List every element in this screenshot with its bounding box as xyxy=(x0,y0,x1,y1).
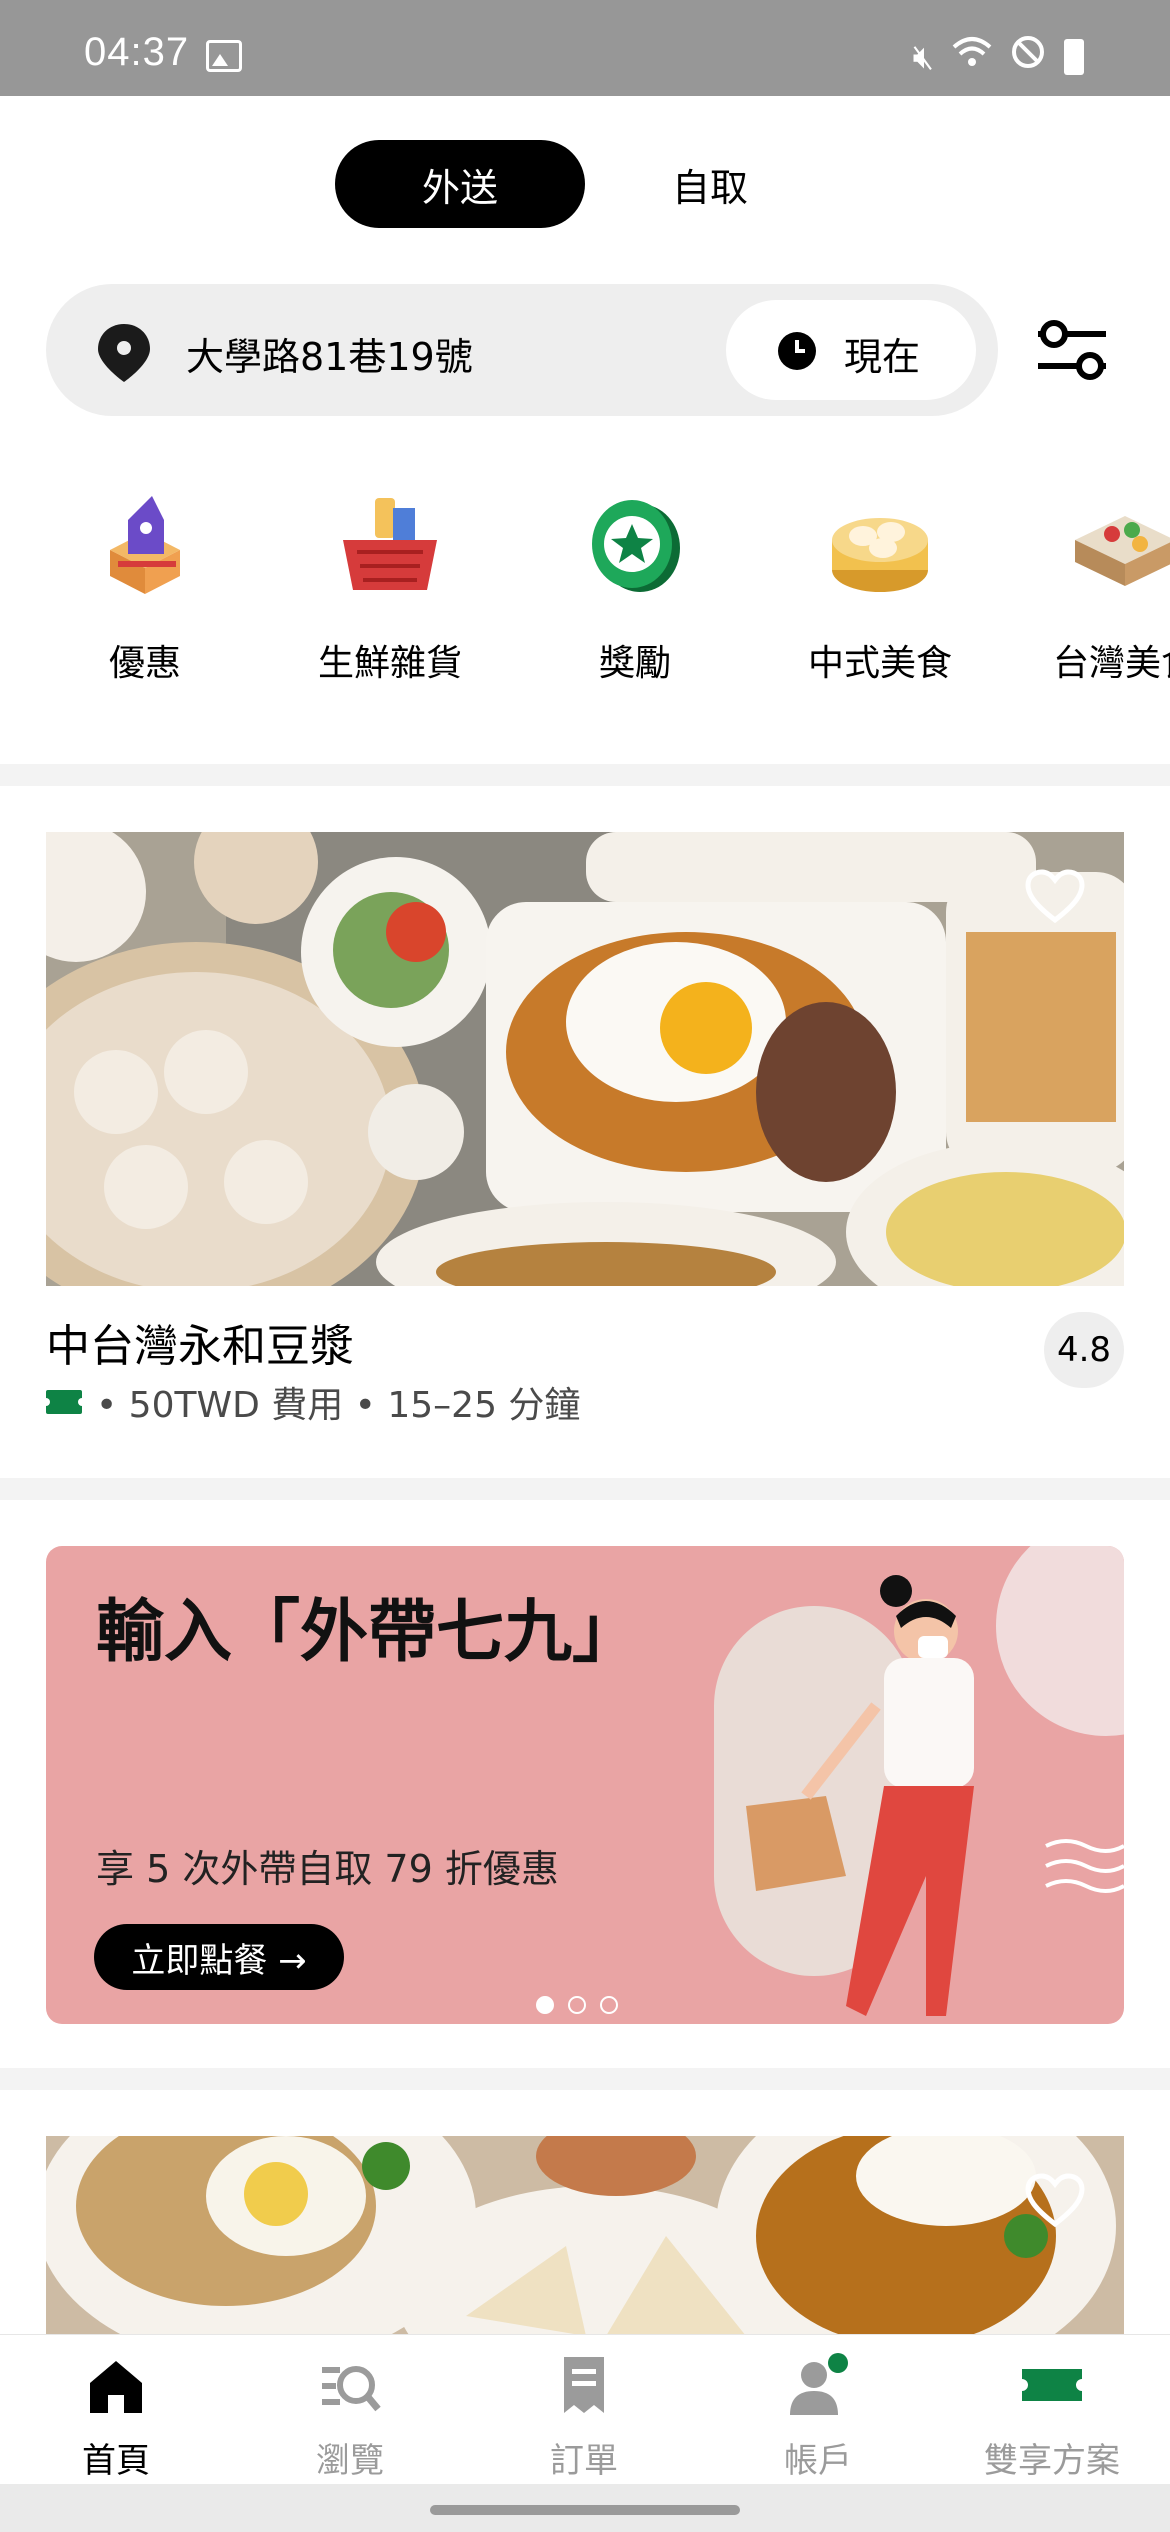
section-divider xyxy=(0,2068,1170,2090)
food-photo-illustration xyxy=(46,832,1124,1286)
nav-label: 瀏覽 xyxy=(316,2441,384,2481)
nav-orders[interactable]: 訂單 xyxy=(484,2353,684,2482)
order-now-button[interactable]: 立即點餐 → xyxy=(94,1924,344,1990)
ticket-icon xyxy=(1022,2369,1082,2401)
category-label: 台灣美食 xyxy=(1052,643,1170,684)
star-badge-icon xyxy=(580,490,690,600)
battery-icon xyxy=(1064,38,1084,75)
section-divider xyxy=(0,764,1170,786)
category-taiwanese-food[interactable]: 台灣美食 xyxy=(1015,490,1170,686)
nav-label: 首頁 xyxy=(82,2441,150,2481)
home-indicator[interactable] xyxy=(430,2505,740,2515)
browse-search-icon xyxy=(322,2366,381,2412)
location-pin-icon xyxy=(98,324,150,382)
category-deals[interactable]: 優惠 xyxy=(35,490,255,686)
category-label: 優惠 xyxy=(108,643,181,684)
receipt-icon xyxy=(564,2357,604,2413)
store-fee-and-time: • 50TWD 費用 • 15–25 分鐘 xyxy=(96,1385,581,1426)
section-divider xyxy=(0,1478,1170,1500)
nav-membership[interactable]: 雙享方案 xyxy=(952,2353,1152,2482)
promo-banner[interactable]: 輸入「外帶七九」 享 5 次外帶自取 79 折優惠 立即點餐 → xyxy=(46,1546,1124,2024)
account-icon xyxy=(790,2353,848,2415)
nav-label: 訂單 xyxy=(550,2441,618,2481)
status-bar: 04:37 🔇︎ xyxy=(0,0,1170,96)
delivery-time-button[interactable]: 現在 xyxy=(726,300,976,400)
carousel-pagination xyxy=(536,1996,618,2014)
grocery-basket-icon xyxy=(335,490,445,600)
carousel-dot[interactable] xyxy=(536,1996,554,2014)
bottom-navigation: 首頁 瀏覽 訂單 帳戶 雙享方案 xyxy=(0,2334,1170,2485)
food-photo-illustration xyxy=(46,2136,1124,2336)
category-groceries[interactable]: 生鮮雜貨 xyxy=(280,490,500,686)
home-icon xyxy=(90,2361,142,2413)
store-rating-badge: 4.8 xyxy=(1044,1312,1124,1388)
ticket-icon xyxy=(42,1390,86,1414)
status-time: 04:37 xyxy=(84,30,190,74)
category-rewards[interactable]: 獎勵 xyxy=(525,490,745,686)
nav-home[interactable]: 首頁 xyxy=(16,2353,216,2482)
status-icons: 🔇︎ xyxy=(913,34,1084,79)
promo-title: 輸入「外帶七九」 xyxy=(96,1593,641,1672)
category-label: 獎勵 xyxy=(598,643,671,684)
category-label: 中式美食 xyxy=(807,643,952,684)
filter-sliders-icon[interactable] xyxy=(1034,316,1110,384)
carousel-dot[interactable] xyxy=(600,1996,618,2014)
nav-label: 帳戶 xyxy=(784,2441,852,2481)
promo-subtitle: 享 5 次外帶自取 79 折優惠 xyxy=(96,1847,559,1891)
bento-box-icon xyxy=(1070,490,1170,600)
store-photo[interactable] xyxy=(46,2136,1124,2336)
carousel-dot[interactable] xyxy=(568,1996,586,2014)
nav-account[interactable]: 帳戶 xyxy=(718,2353,918,2482)
dumpling-steamer-icon xyxy=(825,490,935,600)
address-bar[interactable]: 大學路81巷19號 現在 xyxy=(46,284,998,416)
store-meta: • 50TWD 費用 • 15–25 分鐘 xyxy=(42,1376,581,1428)
category-chinese-food[interactable]: 中式美食 xyxy=(770,490,990,686)
mute-icon: 🔇︎ xyxy=(912,36,934,77)
tab-delivery[interactable]: 外送 xyxy=(335,140,585,228)
do-not-disturb-icon xyxy=(1010,34,1046,79)
gallery-notification-icon xyxy=(206,40,242,72)
store-photo[interactable] xyxy=(46,832,1124,1286)
delivery-time-label: 現在 xyxy=(844,335,921,379)
store-name[interactable]: 中台灣永和豆漿 xyxy=(46,1310,354,1374)
delivery-address: 大學路81巷19號 xyxy=(186,335,473,379)
nav-browse[interactable]: 瀏覽 xyxy=(250,2353,450,2482)
favorite-heart-icon[interactable] xyxy=(1024,868,1086,924)
tab-pickup[interactable]: 自取 xyxy=(585,140,835,228)
coupon-icon xyxy=(90,490,200,600)
clock-icon xyxy=(778,332,816,370)
favorite-heart-icon[interactable] xyxy=(1024,2172,1086,2228)
category-label: 生鮮雜貨 xyxy=(317,643,462,684)
wifi-icon xyxy=(952,35,992,78)
nav-label: 雙享方案 xyxy=(984,2441,1120,2481)
